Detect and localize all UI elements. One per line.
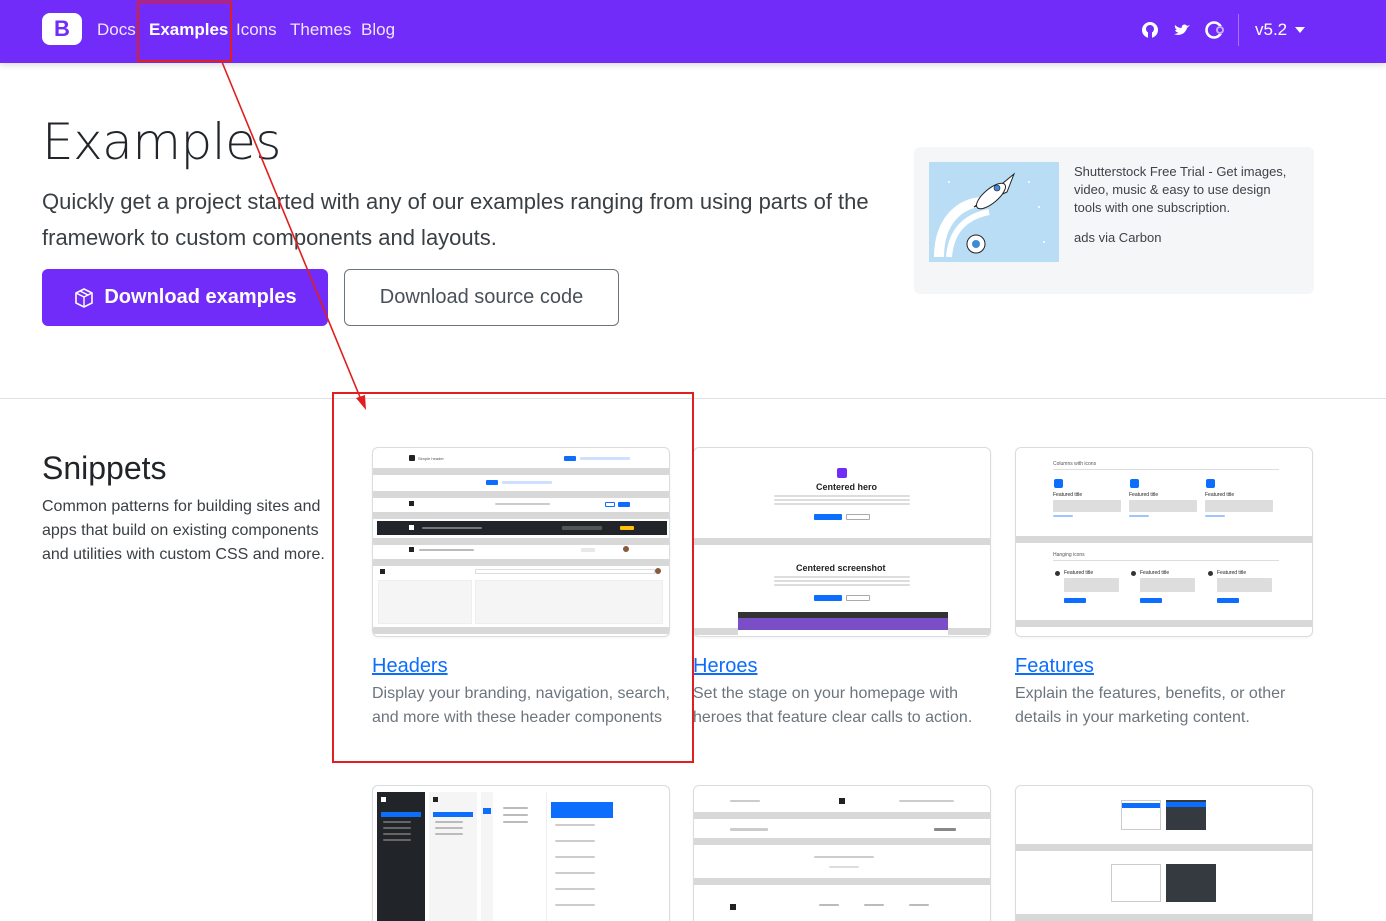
annotation-arrow <box>221 61 366 410</box>
